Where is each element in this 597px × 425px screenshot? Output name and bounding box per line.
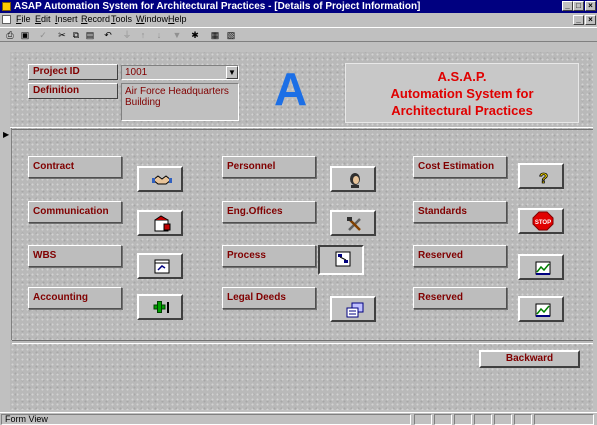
- reserved-button-1[interactable]: [518, 254, 564, 280]
- stop-text: STOP: [535, 220, 551, 226]
- banner-line-1: A.S.A.P.: [437, 69, 487, 84]
- menu-insert[interactable]: Insert: [55, 13, 78, 26]
- communication-button[interactable]: [137, 210, 183, 236]
- paste-icon[interactable]: ▤: [83, 29, 97, 42]
- tools-icon: [347, 217, 361, 231]
- reserved-button-2[interactable]: [518, 296, 564, 322]
- question-glyph: ?: [539, 170, 548, 186]
- sort-asc-icon[interactable]: ↑: [136, 29, 150, 42]
- personnel-label: Personnel: [222, 156, 316, 178]
- standards-button[interactable]: STOP: [518, 208, 564, 234]
- reserved-label-2: Reserved: [413, 287, 507, 309]
- chart-icon: [535, 303, 551, 317]
- wbs-label: WBS: [28, 245, 122, 267]
- sort-desc-icon[interactable]: ↓: [152, 29, 166, 42]
- banner-line-3: Architectural Practices: [391, 103, 533, 118]
- menu-window[interactable]: Window: [136, 13, 168, 26]
- spell-icon[interactable]: ✓: [36, 29, 50, 42]
- record-selector[interactable]: ▶: [0, 128, 12, 340]
- project-id-combo[interactable]: 1001 ▼: [121, 65, 239, 80]
- person-icon: [350, 173, 360, 188]
- legal-deeds-label: Legal Deeds: [222, 287, 316, 309]
- calendar-icon: [154, 259, 170, 274]
- definition-field[interactable]: Air Force Headquarters Building: [121, 83, 239, 121]
- project-id-value: 1001: [125, 67, 148, 78]
- preview-icon[interactable]: ▣: [18, 29, 32, 42]
- mailbox-icon: [154, 215, 171, 232]
- process-label: Process: [222, 245, 316, 267]
- maximize-button[interactable]: □: [573, 1, 584, 11]
- chevron-down-icon[interactable]: ▼: [226, 66, 238, 79]
- accounting-button[interactable]: [137, 294, 183, 320]
- header-divider: [10, 127, 593, 130]
- status-cell: [414, 414, 432, 425]
- menu-record[interactable]: Record: [81, 13, 110, 26]
- wbs-button[interactable]: [137, 253, 183, 279]
- menu-bar: File Edit Insert Record Tools Window Hel…: [0, 13, 597, 26]
- backward-button[interactable]: Backward: [479, 350, 580, 368]
- question-icon: ?: [539, 170, 549, 186]
- eng-offices-label: Eng.Offices: [222, 201, 316, 223]
- project-id-label: Project ID: [28, 64, 118, 80]
- mdi-minimize-button[interactable]: _: [573, 15, 584, 25]
- accounting-label: Accounting: [28, 287, 122, 309]
- minimize-button[interactable]: _: [562, 1, 573, 11]
- status-cell: [514, 414, 532, 425]
- app-banner: A.S.A.P. Automation System for Architect…: [345, 63, 579, 123]
- plus-icon: [153, 301, 169, 313]
- contract-button[interactable]: [137, 166, 183, 192]
- contract-label: Contract: [28, 156, 122, 178]
- window-title: ASAP Automation System for Architectural…: [14, 1, 421, 12]
- definition-label: Definition: [28, 83, 118, 99]
- print-icon[interactable]: ⎙: [3, 29, 17, 42]
- toolbar: ⎙ ▣ ✓ ✂ ⧉ ▤ ↶ ⏚ ↑ ↓ ▼ ✱ ▦ ▧: [0, 27, 597, 42]
- status-text: Form View: [1, 414, 411, 425]
- close-button[interactable]: ×: [585, 1, 596, 11]
- menu-help[interactable]: Help: [168, 13, 187, 26]
- eng-offices-button[interactable]: [330, 210, 376, 236]
- cut-icon[interactable]: ✂: [55, 29, 69, 42]
- cost-estimation-label: Cost Estimation: [413, 156, 507, 178]
- menu-file[interactable]: File: [16, 13, 31, 26]
- menu-tools[interactable]: Tools: [111, 13, 132, 26]
- legal-deeds-button[interactable]: [330, 296, 376, 322]
- personnel-button[interactable]: [330, 166, 376, 192]
- chart-icon: [535, 261, 551, 275]
- database-icon[interactable]: ▦: [208, 29, 222, 42]
- apply-filter-icon[interactable]: ▼: [170, 29, 184, 42]
- status-cell: [454, 414, 472, 425]
- stop-icon: STOP: [532, 211, 554, 231]
- status-cell: [474, 414, 492, 425]
- new-record-icon[interactable]: ✱: [188, 29, 202, 42]
- process-button[interactable]: [318, 245, 364, 275]
- title-bar: ASAP Automation System for Architectural…: [0, 0, 597, 13]
- logo-letter: A: [274, 63, 308, 115]
- new-object-icon[interactable]: ▧: [224, 29, 238, 42]
- handshake-icon: [152, 175, 172, 185]
- menu-edit[interactable]: Edit: [35, 13, 51, 26]
- section-divider: [12, 340, 593, 344]
- status-cell: [434, 414, 452, 425]
- communication-label: Communication: [28, 201, 122, 223]
- standards-label: Standards: [413, 201, 507, 223]
- status-cell: [534, 414, 594, 425]
- status-cell: [494, 414, 512, 425]
- process-chart-icon: [335, 251, 351, 267]
- status-bar: Form View: [0, 412, 597, 425]
- record-pointer-icon: ▶: [3, 130, 10, 139]
- app-icon: [2, 2, 11, 11]
- cost-estimation-button[interactable]: ?: [518, 163, 564, 189]
- filter-icon[interactable]: ⏚: [120, 29, 134, 42]
- copy-icon[interactable]: ⧉: [69, 29, 83, 42]
- mdi-close-button[interactable]: ×: [585, 15, 596, 25]
- banner-line-2: Automation System for: [390, 86, 534, 101]
- documents-icon: [346, 302, 364, 318]
- undo-icon[interactable]: ↶: [101, 29, 115, 42]
- reserved-label-1: Reserved: [413, 245, 507, 267]
